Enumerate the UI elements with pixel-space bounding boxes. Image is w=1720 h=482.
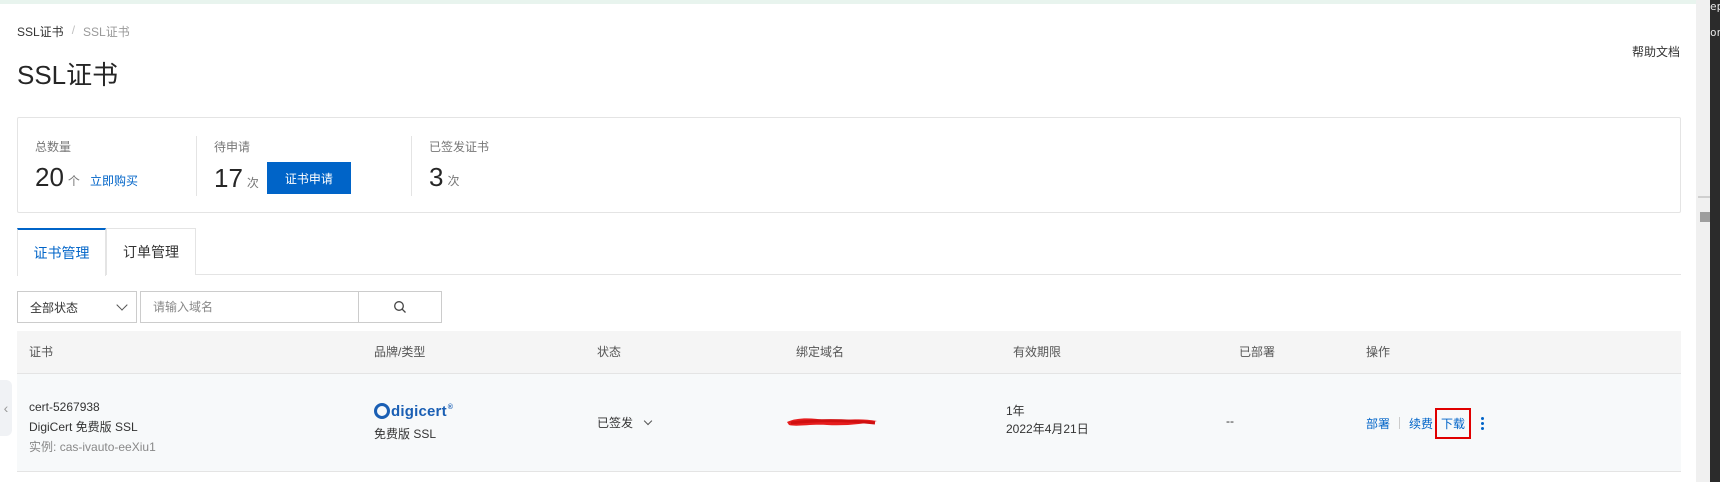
- scrollbar-track[interactable]: [1696, 0, 1710, 482]
- column-header-status: 状态: [597, 345, 622, 359]
- deployed-cell: --: [1226, 414, 1234, 428]
- renew-action[interactable]: 续费: [1409, 415, 1433, 432]
- breadcrumb-item-root[interactable]: SSL证书: [17, 23, 64, 40]
- column-header-actions: 操作: [1366, 345, 1391, 359]
- more-vertical-icon[interactable]: [1481, 416, 1485, 430]
- chevron-down-icon: [643, 416, 653, 425]
- stat-pending-label: 待申请: [214, 140, 251, 154]
- breadcrumb-separator: /: [71, 23, 76, 37]
- stat-divider: [196, 136, 197, 196]
- column-header-deployed: 已部署: [1239, 345, 1276, 359]
- certificate-apply-button[interactable]: 证书申请: [266, 162, 351, 194]
- tab-order-management[interactable]: 订单管理: [106, 228, 196, 275]
- cert-instance-label: 实例:: [29, 440, 57, 454]
- bound-domain-redacted: [785, 414, 880, 433]
- digicert-ring-icon: [374, 403, 390, 419]
- stat-total-unit: 个: [67, 174, 80, 188]
- deploy-action[interactable]: 部署: [1366, 415, 1390, 432]
- stat-issued-label: 已签发证书: [429, 140, 490, 154]
- cert-id[interactable]: cert-5267938: [29, 397, 156, 417]
- buy-now-link[interactable]: 立即购买: [90, 172, 138, 189]
- status-filter-select[interactable]: 全部状态: [17, 291, 137, 323]
- chevron-left-icon: ‹: [3, 400, 9, 416]
- certificate-table: 证书 品牌/类型 状态 绑定域名 有效期限 已部署 操作 cert-526793…: [17, 331, 1681, 472]
- page-title: SSL证书: [17, 60, 119, 90]
- stat-pending-unit: 次: [246, 175, 259, 190]
- actions-cell: 部署 续费 下载: [1366, 407, 1485, 439]
- column-header-brand-type: 品牌/类型: [374, 345, 426, 359]
- stat-divider: [411, 136, 412, 196]
- breadcrumb: SSL证书 / SSL证书: [17, 23, 130, 40]
- status-cell[interactable]: 已签发: [597, 414, 653, 431]
- stat-total-value: 20: [35, 162, 64, 192]
- sidebar-collapse-handle[interactable]: ‹: [0, 380, 12, 436]
- stat-total-label: 总数量: [35, 140, 72, 154]
- stat-issued-value: 3: [429, 162, 444, 192]
- validity-period: 1年: [1006, 404, 1025, 418]
- stat-pending-value: 17: [214, 163, 243, 193]
- help-docs-link[interactable]: 帮助文档: [1632, 43, 1680, 60]
- breadcrumb-item-current: SSL证书: [83, 25, 130, 39]
- brand-cell: digicert ® 免费版 SSL: [374, 401, 453, 442]
- tab-certificate-management[interactable]: 证书管理: [17, 228, 106, 276]
- validity-cell: 1年 2022年4月21日: [1006, 402, 1089, 438]
- column-header-validity: 有效期限: [1013, 345, 1062, 359]
- filter-bar: 全部状态: [17, 291, 442, 323]
- scrollbar-thumb[interactable]: [1700, 212, 1710, 222]
- top-accent-line: [0, 0, 1720, 4]
- digicert-wordmark: digicert: [391, 402, 447, 420]
- digicert-logo: digicert ®: [374, 401, 453, 421]
- stat-issued-unit: 次: [447, 174, 460, 188]
- adjacent-window-edge: epk on: [1710, 0, 1720, 482]
- scrollbar-marker: [1698, 196, 1710, 198]
- tab-bar: 证书管理 订单管理: [17, 228, 1681, 276]
- status-text: 已签发: [597, 416, 634, 430]
- status-filter-value: 全部状态: [30, 300, 79, 315]
- search-icon: [394, 301, 406, 313]
- redaction-scribble: [787, 418, 877, 426]
- search-button[interactable]: [359, 291, 442, 323]
- table-header: 证书 品牌/类型 状态 绑定域名 有效期限 已部署 操作: [17, 331, 1681, 374]
- adjacent-text-fragment: epk: [1710, 0, 1720, 13]
- download-action[interactable]: 下载: [1435, 407, 1472, 439]
- cert-name: DigiCert 免费版 SSL: [29, 420, 138, 434]
- table-row: cert-5267938 DigiCert 免费版 SSL 实例: cas-iv…: [17, 374, 1681, 472]
- cert-instance: 实例: cas-ivauto-eeXiu1: [29, 437, 156, 457]
- column-header-certificate: 证书: [29, 345, 54, 359]
- column-header-bound-domain: 绑定域名: [796, 345, 845, 359]
- validity-date: 2022年4月21日: [1006, 422, 1089, 436]
- action-separator: [1399, 417, 1401, 429]
- chevron-down-icon: [116, 299, 128, 311]
- domain-search-input[interactable]: [140, 291, 359, 323]
- stats-card: 总数量 20 个 立即购买 待申请 17 次 证书申请 已签发证书 3 次: [17, 117, 1681, 213]
- adjacent-text-fragment: on: [1710, 26, 1720, 39]
- brand-type: 免费版 SSL: [374, 427, 437, 441]
- cert-instance-id: cas-ivauto-eeXiu1: [59, 440, 156, 454]
- cert-cell: cert-5267938 DigiCert 免费版 SSL 实例: cas-iv…: [29, 397, 156, 457]
